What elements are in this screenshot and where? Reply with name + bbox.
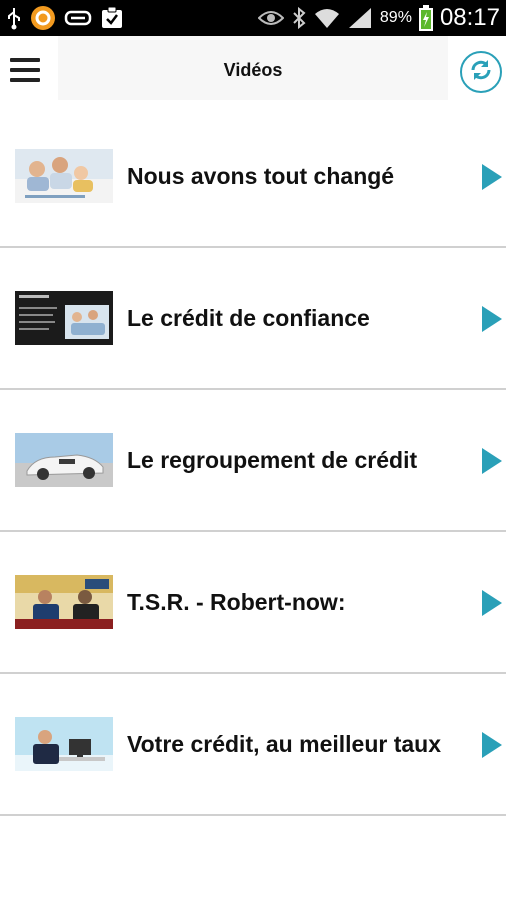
video-title: T.S.R. - Robert-now: [127,589,346,615]
signal-icon [347,6,373,30]
play-icon[interactable] [482,164,502,190]
eye-icon [257,9,284,27]
video-thumbnail [15,717,113,771]
app-notification-icon [30,5,56,31]
status-bar-system: 89% 08:17 [257,0,500,36]
clock: 08:17 [439,4,500,31]
list-item[interactable]: Le crédit de confiance [0,248,506,390]
list-item[interactable]: Votre crédit, au meilleur taux [0,674,506,816]
video-thumbnail [15,433,113,487]
play-icon[interactable] [482,306,502,332]
video-thumbnail [15,149,113,203]
app-bar: Vidéos [0,36,506,104]
refresh-button[interactable] [460,51,502,93]
video-title: Nous avons tout changé [127,163,395,189]
status-bar: 89% 08:17 [0,0,506,36]
status-bar-notifications [6,4,124,32]
bluetooth-icon [291,6,307,30]
video-list: Nous avons tout changé Le crédit de conf… [0,106,506,816]
video-thumbnail [15,575,113,629]
refresh-icon [468,57,494,88]
video-title: Votre crédit, au meilleur taux [127,731,442,757]
battery-charging-icon [418,5,433,31]
video-title: Le crédit de confiance [127,305,370,331]
list-item[interactable]: T.S.R. - Robert-now: [0,532,506,674]
list-item[interactable]: Nous avons tout changé [0,106,506,248]
play-icon[interactable] [482,732,502,758]
video-title: Le regroupement de crédit [127,447,418,473]
page-title: Vidéos [223,60,283,80]
wifi-icon [314,6,340,30]
voicemail-icon [64,8,92,28]
list-item[interactable]: Le regroupement de crédit [0,390,506,532]
task-check-icon [100,6,124,30]
play-icon[interactable] [482,448,502,474]
usb-icon [6,6,22,30]
play-icon[interactable] [482,590,502,616]
video-thumbnail [15,291,113,345]
battery-percent: 89% [379,9,412,26]
